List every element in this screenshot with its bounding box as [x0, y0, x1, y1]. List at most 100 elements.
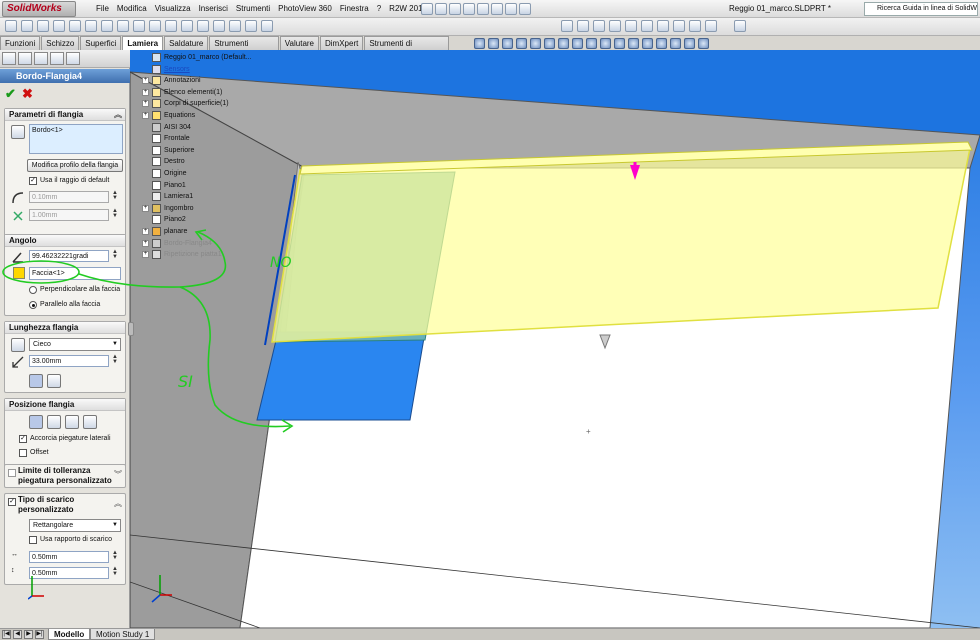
material-inside-icon[interactable] — [29, 415, 43, 429]
unfold-icon[interactable] — [149, 20, 161, 32]
material-outside-icon[interactable] — [47, 415, 61, 429]
menu-visualizza[interactable]: Visualizza — [151, 0, 195, 18]
menu-strumenti[interactable]: Strumenti — [232, 0, 274, 18]
display-manager-icon[interactable] — [66, 52, 80, 65]
face-selection-input[interactable]: Faccia<1> — [29, 267, 121, 280]
length-spinner[interactable]: ▲ ▼ — [112, 354, 118, 365]
cancel-button[interactable]: ✖ — [22, 87, 33, 100]
hide-show-icon[interactable] — [558, 38, 569, 49]
bend-outside-icon[interactable] — [65, 415, 79, 429]
relations-icon[interactable] — [705, 20, 717, 32]
tab-dimxpert[interactable]: DimXpert — [320, 36, 364, 50]
edit-profile-button[interactable]: Modifica profilo della flangia — [27, 159, 123, 172]
sketch-tool-icon[interactable] — [561, 20, 573, 32]
expand-icon[interactable]: + — [142, 239, 149, 247]
search-input[interactable]: Ricerca Guida in linea di SolidWo — [864, 2, 978, 16]
flatten-icon[interactable] — [181, 20, 193, 32]
tab-motion-study[interactable]: Motion Study 1 — [90, 629, 156, 640]
print-icon[interactable] — [463, 3, 475, 15]
menu-file[interactable]: File — [92, 0, 113, 18]
angle-input[interactable]: 99.46232221gradi — [29, 250, 109, 262]
simple-hole-icon[interactable] — [245, 20, 257, 32]
ok-button[interactable]: ✔ — [5, 87, 16, 100]
open-icon[interactable] — [435, 3, 447, 15]
tab-lamiera[interactable]: Lamiera — [122, 36, 164, 50]
welded-corner-icon[interactable] — [117, 20, 129, 32]
feature-manager-icon[interactable] — [2, 52, 16, 65]
camera-icon[interactable] — [684, 38, 695, 49]
length-input[interactable]: 33.00mm — [29, 355, 109, 367]
custom-bend-allowance-checkbox[interactable] — [8, 469, 16, 477]
mirror-icon[interactable] — [689, 20, 701, 32]
options-icon[interactable] — [519, 3, 531, 15]
expand-icon[interactable]: + — [142, 228, 149, 235]
group-custom-bend-allowance[interactable]: Limite di tolleranza piegatura personaliz… — [4, 464, 126, 488]
base-flange-icon[interactable] — [5, 20, 17, 32]
tab-valutare[interactable]: Valutare — [279, 36, 319, 50]
next-tab-icon[interactable]: ▶ — [24, 630, 33, 639]
prev-tab-icon[interactable]: ◀ — [13, 630, 22, 639]
tab-superfici[interactable]: Superfici — [80, 36, 122, 50]
expand-icon[interactable]: + — [142, 204, 149, 212]
rebuild-icon[interactable] — [505, 3, 517, 15]
arc-icon[interactable] — [641, 20, 653, 32]
tab-funzioni[interactable]: Funzioni — [0, 36, 41, 50]
expand-icon[interactable]: + — [142, 77, 149, 85]
edit-appearance-icon[interactable] — [572, 38, 583, 49]
expand-icon[interactable]: + — [142, 100, 149, 108]
menu-finestra[interactable]: Finestra — [336, 0, 373, 18]
vent-icon[interactable] — [261, 20, 273, 32]
jog-icon[interactable] — [69, 20, 81, 32]
rectangle-icon[interactable] — [609, 20, 621, 32]
previous-view-icon[interactable] — [502, 38, 513, 49]
view-orientation-icon[interactable] — [530, 38, 541, 49]
reverse-direction-icon[interactable] — [11, 338, 25, 352]
save-icon[interactable] — [449, 3, 461, 15]
configuration-manager-icon[interactable] — [34, 52, 48, 65]
gap-distance-input[interactable]: 1.00mm — [29, 209, 109, 221]
group-header[interactable]: Posizione flangia — [5, 399, 125, 411]
perpendicular-radio[interactable] — [29, 286, 37, 294]
angle-spinner[interactable]: ▲ ▼ — [112, 249, 118, 260]
smart-dimension-icon[interactable] — [577, 20, 589, 32]
section-view-icon[interactable] — [516, 38, 527, 49]
offset-checkbox[interactable] — [19, 449, 27, 457]
relief-width-spinner[interactable]: ▲ ▼ — [112, 550, 118, 561]
zoom-to-fit-icon[interactable] — [474, 38, 485, 49]
panel-splitter-handle[interactable] — [128, 322, 134, 336]
cartoon-icon[interactable] — [670, 38, 681, 49]
select-icon[interactable] — [491, 3, 503, 15]
first-tab-icon[interactable]: |◀ — [2, 630, 11, 639]
edge-flange-icon[interactable] — [21, 20, 33, 32]
perspective-icon[interactable] — [656, 38, 667, 49]
trim-side-bends-checkbox[interactable]: ✓ — [19, 435, 27, 443]
outer-virtual-sharp-icon[interactable] — [29, 374, 43, 388]
dimxpert-manager-icon[interactable] — [50, 52, 64, 65]
property-manager-icon[interactable] — [18, 52, 32, 65]
monitor-icon[interactable] — [698, 38, 709, 49]
no-bends-icon[interactable] — [197, 20, 209, 32]
tab-saldature[interactable]: Saldature — [164, 36, 209, 50]
view-settings-icon[interactable] — [600, 38, 611, 49]
bend-from-virtual-sharp-icon[interactable] — [83, 415, 97, 429]
use-default-radius-checkbox[interactable]: ✓ — [29, 177, 37, 185]
relief-width-input[interactable]: 0.50mm — [29, 551, 109, 563]
solidworks-logo[interactable]: SolidWorks — [2, 1, 76, 17]
group-header[interactable]: Parametri di flangia ︽ — [5, 109, 125, 121]
end-condition-select[interactable]: Cieco — [29, 338, 121, 351]
menu-modifica[interactable]: Modifica — [113, 0, 151, 18]
apply-scene-icon[interactable] — [586, 38, 597, 49]
radius-spinner[interactable]: ▲ ▼ — [112, 190, 118, 201]
parallel-radio[interactable] — [29, 301, 37, 309]
custom-relief-checkbox[interactable]: ✓ — [8, 498, 16, 506]
display-style-icon[interactable] — [544, 38, 555, 49]
hem-icon[interactable] — [53, 20, 65, 32]
zoom-area-icon[interactable] — [488, 38, 499, 49]
undo-icon[interactable] — [477, 3, 489, 15]
chevron-up-icon[interactable]: ︽ — [114, 498, 122, 509]
last-tab-icon[interactable]: ▶| — [35, 630, 44, 639]
tab-modello[interactable]: Modello — [48, 629, 91, 640]
bend-radius-input[interactable]: 0.10mm — [29, 191, 109, 203]
trim-icon[interactable] — [673, 20, 685, 32]
fold-icon[interactable] — [165, 20, 177, 32]
